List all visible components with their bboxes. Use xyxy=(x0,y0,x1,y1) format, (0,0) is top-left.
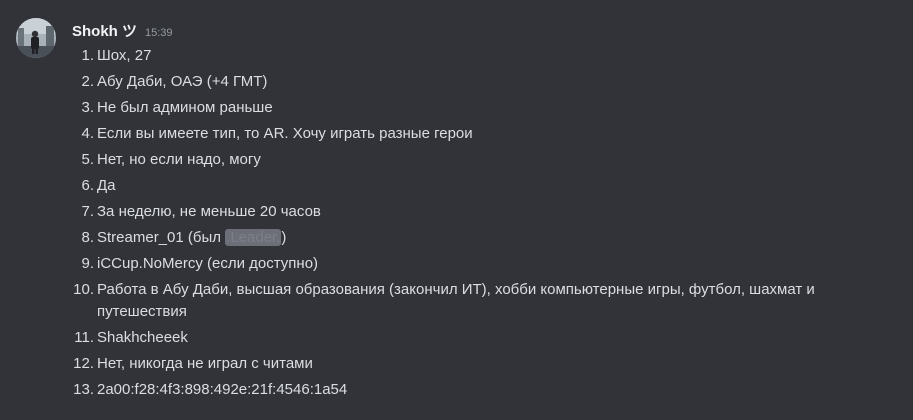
list-item: 2. Абу Даби, ОАЭ (+4 ГМТ) xyxy=(72,71,832,93)
list-number: 11. xyxy=(74,329,94,346)
list-item-text: Нет, никогда не играл с читами xyxy=(97,355,313,372)
username[interactable]: Shokh ツ xyxy=(72,20,137,41)
list-item: 13. 2a00:f28:4f3:898:492e:21f:4546:1a54 xyxy=(72,379,832,401)
timestamp: 15:39 xyxy=(145,27,173,39)
chat-message: Shokh ツ 15:39 1. Шох, 27 2. Абу Даби, ОАЭ … xyxy=(0,0,913,420)
message-header: Shokh ツ 15:39 xyxy=(72,20,173,40)
list-number: 10. xyxy=(73,281,94,298)
list-item-text: Шох, 27 xyxy=(97,47,152,64)
list-number: 6. xyxy=(81,177,94,194)
list-item-text: Работа в Абу Даби, высшая образования (з… xyxy=(97,281,815,320)
list-number: 13. xyxy=(73,381,94,398)
list-item-text: iCCup.NoMercy (если доступно) xyxy=(97,255,319,272)
list-item: 11. Shakhcheeek xyxy=(72,327,832,349)
list-number: 3. xyxy=(81,99,94,116)
list-item-text: Да xyxy=(97,177,116,194)
list-item-text: 2a00:f28:4f3:898:492e:21f:4546:1a54 xyxy=(97,381,348,398)
message-content: 1. Шох, 27 2. Абу Даби, ОАЭ (+4 ГМТ) 3. Не … xyxy=(72,45,832,405)
avatar-photo-icon xyxy=(16,18,56,58)
list-number: 8. xyxy=(81,229,94,246)
list-number: 5. xyxy=(81,151,94,168)
list-item-text: Не был админом раньше xyxy=(97,99,273,116)
list-item: 7. За неделю, не меньше 20 часов xyxy=(72,201,832,223)
list-item: 10. Работа в Абу Даби, высшая образования… xyxy=(72,279,832,323)
list-number: 7. xyxy=(81,203,94,220)
answer-list: 1. Шох, 27 2. Абу Даби, ОАЭ (+4 ГМТ) 3. Не … xyxy=(72,45,832,401)
list-number: 4. xyxy=(81,125,94,142)
list-item: 3. Не был админом раньше xyxy=(72,97,832,119)
list-item: 4. Если вы имеете тип, то AR. Хочу играть… xyxy=(72,123,832,145)
list-item-text-suffix: ) xyxy=(281,229,287,246)
list-item-text: За неделю, не меньше 20 часов xyxy=(97,203,321,220)
avatar[interactable] xyxy=(16,18,56,58)
list-item-text: Абу Даби, ОАЭ (+4 ГМТ) xyxy=(97,73,268,90)
list-number: 12. xyxy=(73,355,94,372)
list-item-text: Нет, но если надо, могу xyxy=(97,151,261,168)
list-item: 12. Нет, никогда не играл с читами xyxy=(72,353,832,375)
list-item: 1. Шох, 27 xyxy=(72,45,832,67)
list-item-text: Shakhcheeek xyxy=(97,329,188,346)
list-item-text: Streamer_01 (был xyxy=(97,229,226,246)
list-item: 6. Да xyxy=(72,175,832,197)
list-item: 9. iCCup.NoMercy (если доступно) xyxy=(72,253,832,275)
list-number: 9. xyxy=(81,255,94,272)
list-number: 2. xyxy=(81,73,94,90)
list-item-text: Если вы имеете тип, то AR. Хочу играть р… xyxy=(97,125,473,142)
list-item: 5. Нет, но если надо, могу xyxy=(72,149,832,171)
spoiler-text[interactable]: .Leader. xyxy=(225,229,282,246)
list-item: 8. Streamer_01 (был .Leader.) xyxy=(72,227,832,249)
list-number: 1. xyxy=(81,47,94,64)
